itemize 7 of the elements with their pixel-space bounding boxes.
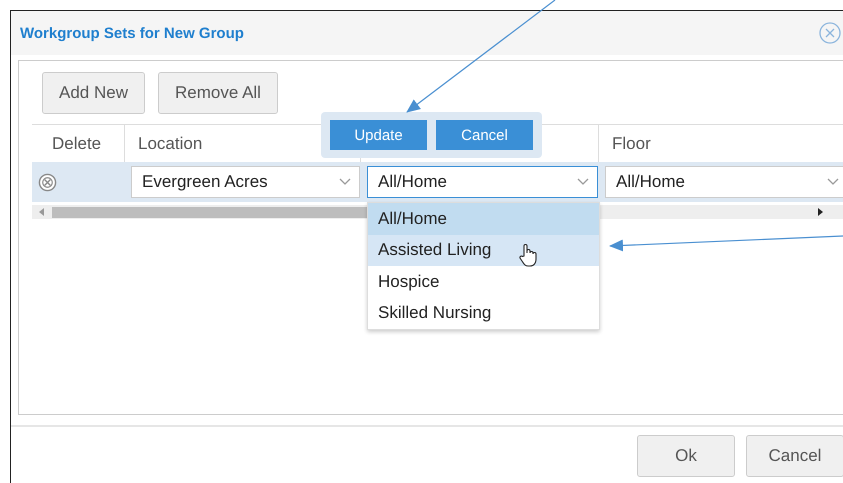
field-value: All/Home [616, 172, 685, 192]
field-value: Evergreen Acres [142, 172, 268, 192]
column-header: Location [138, 134, 202, 154]
field-value: All/Home [378, 172, 447, 192]
dialog-title: Workgroup Sets for New Group [20, 24, 244, 42]
column-header: Floor [612, 134, 651, 154]
column-header: Delete [52, 134, 102, 154]
